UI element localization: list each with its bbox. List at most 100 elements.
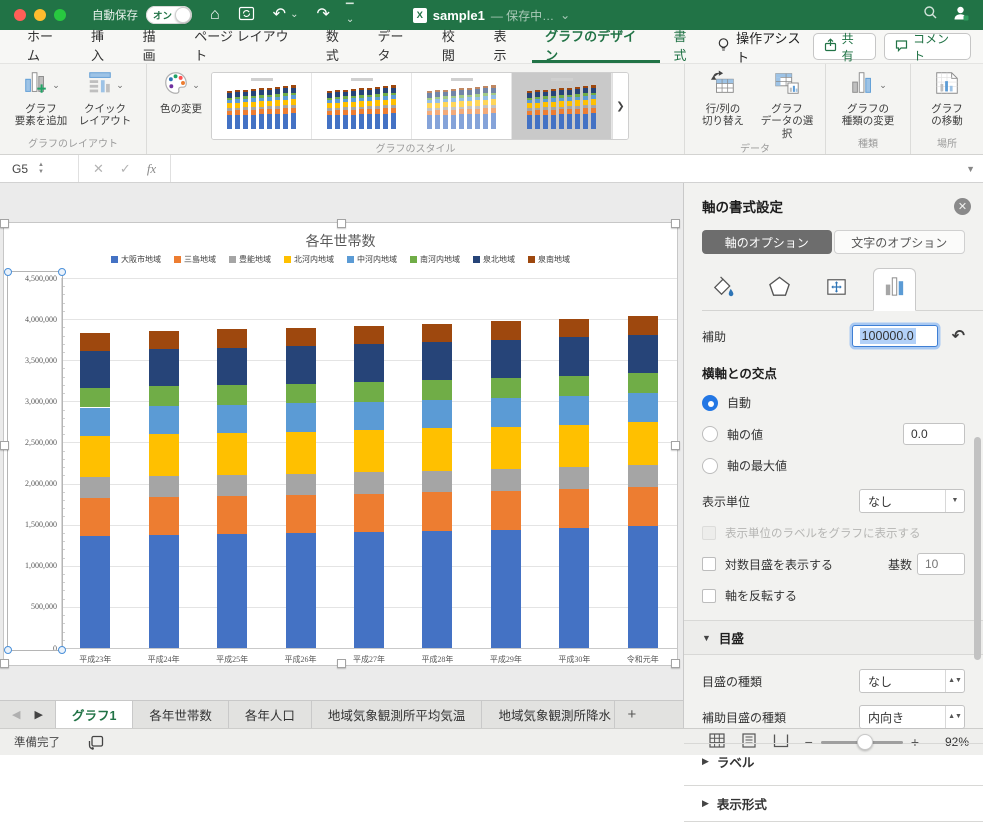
bar-segment[interactable] — [628, 422, 658, 465]
customize-toolbar-icon[interactable]: ▔⌄ — [346, 5, 354, 25]
sync-icon[interactable] — [238, 5, 255, 26]
name-box[interactable]: G5 ▲▼ — [0, 155, 72, 182]
sheet-tab[interactable]: 地域気象観測所降水 — [482, 701, 615, 728]
sheet-tab[interactable]: 各年人口 — [229, 701, 312, 728]
legend-item[interactable]: 豊能地域 — [229, 254, 271, 265]
bar-segment[interactable] — [80, 536, 110, 648]
bar-segment[interactable] — [559, 319, 589, 338]
bar-segment[interactable] — [354, 382, 384, 402]
bar-segment[interactable] — [422, 342, 452, 380]
bar-segment[interactable] — [559, 467, 589, 489]
bar-segment[interactable] — [149, 497, 179, 535]
axis-selection-handle[interactable] — [4, 646, 12, 654]
cancel-icon[interactable]: ✕ — [93, 161, 104, 177]
bar-segment[interactable] — [491, 491, 521, 530]
effects-icon[interactable] — [759, 269, 800, 310]
sheet-nav-prev-icon[interactable]: ◀ — [12, 708, 20, 721]
undo-entry-icon[interactable]: ↶ — [952, 326, 965, 346]
bar-segment[interactable] — [217, 496, 247, 534]
insert-function-icon[interactable]: fx — [147, 161, 156, 177]
add-chart-element-button[interactable]: ⌄ グラフ 要素を追加 — [10, 69, 72, 128]
bar-segment[interactable] — [286, 495, 316, 533]
zoom-slider-knob[interactable] — [857, 734, 873, 750]
add-sheet-button[interactable]: + — [615, 701, 648, 728]
bar-segment[interactable] — [149, 406, 179, 434]
bar-segment[interactable] — [491, 321, 521, 340]
formula-bar-expand-icon[interactable]: ▼ — [966, 164, 975, 174]
axis-selection-handle[interactable] — [58, 646, 66, 654]
chart-resize-handle[interactable] — [0, 441, 9, 450]
bar-segment[interactable] — [491, 469, 521, 491]
bar-segment[interactable] — [354, 402, 384, 430]
tick-marks-section-header[interactable]: ▼ 目盛 — [684, 620, 983, 655]
bar-segment[interactable] — [80, 408, 110, 436]
quick-layout-button[interactable]: ⌄ クイック レイアウト — [74, 69, 136, 128]
bar-segment[interactable] — [217, 385, 247, 405]
bar-segment[interactable] — [217, 534, 247, 648]
menu-tab[interactable]: 数式 — [313, 30, 365, 63]
comments-button[interactable]: コメント — [884, 33, 971, 60]
bar-segment[interactable] — [422, 400, 452, 429]
menu-tab[interactable]: ページ レイアウト — [181, 30, 313, 63]
enter-icon[interactable]: ✓ — [120, 161, 131, 177]
menu-tab[interactable]: グラフのデザイン — [532, 30, 660, 63]
bar-segment[interactable] — [286, 346, 316, 383]
x-axis-tick-label[interactable]: 平成23年 — [61, 654, 129, 665]
x-axis-tick-label[interactable]: 平成24年 — [129, 654, 197, 665]
bar-segment[interactable] — [559, 337, 589, 375]
bar-segment[interactable] — [149, 535, 179, 648]
bar-segment[interactable] — [286, 474, 316, 495]
bar-segment[interactable] — [286, 432, 316, 474]
legend-item[interactable]: 泉南地域 — [528, 254, 570, 265]
bar-segment[interactable] — [628, 465, 658, 487]
bar-segment[interactable] — [422, 471, 452, 493]
tab-axis-options[interactable]: 軸のオプション — [702, 230, 832, 254]
sheet-tab[interactable]: 地域気象観測所平均気温 — [312, 701, 483, 728]
reverse-axis-checkbox-row[interactable]: 軸を反転する — [702, 587, 965, 604]
checkbox-icon[interactable] — [702, 557, 716, 571]
radio-automatic[interactable]: 自動 — [702, 394, 965, 411]
bar-segment[interactable] — [628, 316, 658, 335]
x-axis-tick-label[interactable]: 平成29年 — [472, 654, 540, 665]
menu-tab[interactable]: 表示 — [481, 30, 533, 63]
title-chevron-icon[interactable]: ⌄ — [560, 8, 570, 22]
sheet-tab[interactable]: グラフ1 — [55, 701, 133, 728]
tab-text-options[interactable]: 文字のオプション — [834, 230, 966, 254]
account-icon[interactable] — [952, 5, 969, 26]
log-base-input[interactable]: 10 — [917, 553, 965, 575]
chart-resize-handle[interactable] — [671, 659, 680, 668]
chart-style-thumbnail[interactable] — [312, 73, 412, 139]
axis-selection-handle[interactable] — [4, 268, 12, 276]
chart-resize-handle[interactable] — [671, 219, 680, 228]
chart-resize-handle[interactable] — [0, 219, 9, 228]
select-data-button[interactable]: グラフ データの選択 — [756, 69, 818, 140]
chart-resize-handle[interactable] — [337, 219, 346, 228]
checkbox-icon[interactable] — [702, 589, 716, 603]
change-chart-type-button[interactable]: ⌄ グラフの 種類の変更 — [832, 69, 904, 128]
bar-segment[interactable] — [354, 430, 384, 472]
move-chart-button[interactable]: グラフ の移動 — [917, 69, 977, 128]
sheet-canvas[interactable]: 各年世帯数 大阪市地域三島地域豊能地域北河内地域中河内地域南河内地域泉北地域泉南… — [0, 183, 683, 700]
legend-item[interactable]: 中河内地域 — [347, 254, 397, 265]
bar-segment[interactable] — [286, 403, 316, 431]
bar-segment[interactable] — [491, 398, 521, 427]
bar-segment[interactable] — [354, 532, 384, 648]
menu-tab[interactable]: 描画 — [130, 30, 182, 63]
minor-unit-input[interactable]: 100000.0 — [852, 325, 938, 347]
chart-legend[interactable]: 大阪市地域三島地域豊能地域北河内地域中河内地域南河内地域泉北地域泉南地域 — [4, 254, 677, 265]
zoom-window-button[interactable] — [54, 9, 66, 21]
switch-row-column-button[interactable]: 行/列の 切り替え — [692, 69, 754, 128]
share-button[interactable]: 共有 — [813, 33, 876, 60]
bar-segment[interactable] — [628, 487, 658, 527]
axis-value-input[interactable]: 0.0 — [903, 423, 965, 445]
bar-segment[interactable] — [491, 378, 521, 398]
bar-segment[interactable] — [217, 348, 247, 385]
minimize-window-button[interactable] — [34, 9, 46, 21]
chart-title[interactable]: 各年世帯数 — [4, 231, 677, 251]
radio-axis-value[interactable]: 軸の値 0.0 — [702, 423, 965, 445]
bar-segment[interactable] — [354, 472, 384, 494]
bar-segment[interactable] — [286, 328, 316, 346]
bar-segment[interactable] — [354, 494, 384, 532]
size-properties-icon[interactable] — [816, 269, 857, 310]
bar-segment[interactable] — [80, 477, 110, 498]
